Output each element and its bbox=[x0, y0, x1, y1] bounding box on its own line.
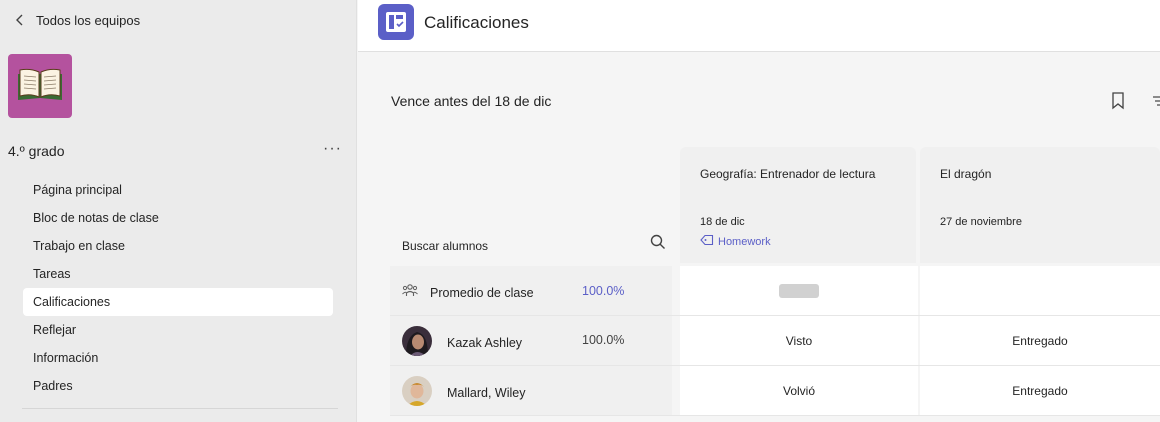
class-average-cell: Promedio de clase 100.0% bbox=[390, 266, 672, 315]
team-avatar bbox=[8, 54, 72, 118]
class-average-label: Promedio de clase bbox=[430, 286, 534, 300]
table-row: Mallard, Wiley Volvió Entregado bbox=[390, 366, 1160, 416]
student-average: 100.0% bbox=[582, 333, 625, 347]
back-to-teams-link[interactable]: Todos los equipos bbox=[14, 10, 140, 30]
grade-cell[interactable] bbox=[920, 266, 1160, 315]
assignment-tag[interactable]: Homework bbox=[700, 234, 771, 249]
assignment-tag-label: Homework bbox=[718, 235, 771, 248]
app-header: Calificaciones bbox=[358, 0, 1160, 52]
grade-cell[interactable]: Visto bbox=[680, 316, 918, 365]
nav-item-tareas[interactable]: Tareas bbox=[23, 260, 333, 288]
nav-item-trabajo-en-clase[interactable]: Trabajo en clase bbox=[23, 232, 333, 260]
nav-item-pagina-principal[interactable]: Página principal bbox=[23, 176, 333, 204]
nav-item-bloc-de-notas[interactable]: Bloc de notas de clase bbox=[23, 204, 333, 232]
filter-icon[interactable] bbox=[1153, 95, 1160, 113]
sidebar: Todos los equipos 4.º grado ··· Página p… bbox=[0, 0, 357, 422]
assignment-date: 27 de noviembre bbox=[940, 216, 1022, 228]
avatar bbox=[402, 376, 432, 406]
book-icon bbox=[16, 66, 64, 107]
nav-item-padres[interactable]: Padres bbox=[23, 372, 333, 400]
back-label: Todos los equipos bbox=[36, 12, 141, 28]
student-name: Mallard, Wiley bbox=[447, 386, 526, 400]
assignment-card[interactable]: El dragón 27 de noviembre bbox=[920, 147, 1160, 263]
student-cell[interactable]: Mallard, Wiley bbox=[390, 366, 672, 415]
search-icon[interactable] bbox=[650, 234, 666, 255]
sidebar-divider bbox=[22, 408, 338, 409]
nav-item-calificaciones[interactable]: Calificaciones bbox=[23, 288, 333, 316]
grade-cell[interactable]: Entregado bbox=[920, 316, 1160, 365]
grade-cell[interactable]: Volvió bbox=[680, 366, 918, 415]
nav-item-reflejar[interactable]: Reflejar bbox=[23, 316, 333, 344]
team-name: 4.º grado bbox=[8, 143, 65, 159]
more-options-button[interactable]: ··· bbox=[323, 140, 342, 158]
grades-main: Vence antes del 18 de dic Geografía: Ent… bbox=[358, 53, 1160, 422]
bookmark-icon[interactable] bbox=[1111, 92, 1125, 115]
grades-table: Promedio de clase 100.0% Kazak Ashley 10… bbox=[390, 266, 1160, 416]
chevron-left-icon bbox=[14, 13, 26, 27]
assignment-card[interactable]: Geografía: Entrenador de lectura 18 de d… bbox=[680, 147, 916, 263]
page-title: Calificaciones bbox=[424, 13, 529, 32]
avatar bbox=[402, 326, 432, 356]
grades-app-icon bbox=[378, 4, 414, 40]
class-average-value: 100.0% bbox=[582, 284, 625, 298]
grade-cell[interactable]: Entregado bbox=[920, 366, 1160, 415]
group-icon bbox=[402, 283, 418, 302]
student-cell[interactable]: Kazak Ashley 100.0% bbox=[390, 316, 672, 365]
due-filter-label: Vence antes del 18 de dic bbox=[391, 93, 552, 109]
table-row: Promedio de clase 100.0% bbox=[390, 266, 1160, 316]
table-row: Kazak Ashley 100.0% Visto Entregado bbox=[390, 316, 1160, 366]
assignment-title: Geografía: Entrenador de lectura bbox=[700, 167, 876, 181]
assignment-date: 18 de dic bbox=[700, 216, 745, 228]
student-name: Kazak Ashley bbox=[447, 336, 523, 350]
tag-icon bbox=[700, 234, 714, 249]
nav-item-informacion[interactable]: Información bbox=[23, 344, 333, 372]
assignment-title: El dragón bbox=[940, 167, 992, 181]
search-students-label: Buscar alumnos bbox=[402, 239, 489, 253]
grade-cell[interactable] bbox=[680, 266, 918, 315]
team-nav: Página principal Bloc de notas de clase … bbox=[23, 176, 333, 400]
grade-placeholder bbox=[779, 283, 819, 298]
